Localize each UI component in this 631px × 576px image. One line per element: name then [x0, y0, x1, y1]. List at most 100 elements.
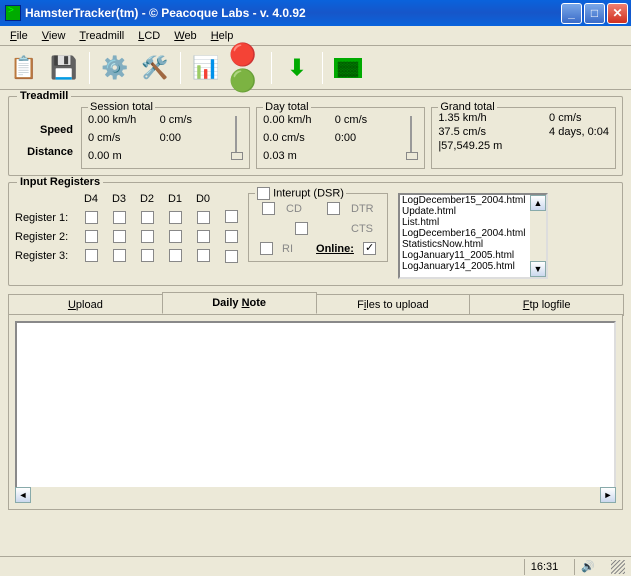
horizontal-scrollbar[interactable]: ◄ ► [15, 487, 616, 503]
online-checkbox[interactable] [363, 242, 376, 255]
session-cms2: 0 cm/s [88, 132, 154, 144]
input-legend: Input Registers [17, 176, 103, 188]
day-speed: 0.00 km/h [263, 114, 329, 126]
tool-lights-button[interactable]: 🔴🟢 [228, 50, 264, 86]
cts-label: CTS [351, 223, 381, 235]
chart-icon: 📊 [192, 55, 219, 81]
list-item[interactable]: Update.html [400, 206, 530, 217]
reg2-d0[interactable] [197, 230, 210, 243]
day-slider[interactable] [406, 112, 416, 164]
col-d4: D4 [79, 193, 103, 205]
session-cms: 0 cm/s [160, 114, 226, 126]
window-title: HamsterTracker(tm) - © Peacoque Labs - v… [25, 6, 561, 20]
ri-checkbox[interactable] [260, 242, 273, 255]
menu-file[interactable]: File [4, 28, 34, 44]
reg1-d3[interactable] [113, 211, 126, 224]
extra-check-1[interactable] [225, 210, 238, 223]
col-d2: D2 [135, 193, 159, 205]
tab-daily-note[interactable]: Daily Note [162, 292, 317, 314]
toolbar-separator [271, 52, 272, 84]
grand-dist: |57,549.25 m [438, 140, 609, 152]
tool-board-button[interactable]: ▓▓ [330, 50, 366, 86]
treadmill-legend: Treadmill [17, 90, 71, 102]
menu-view[interactable]: View [36, 28, 72, 44]
session-time: 0:00 [160, 132, 226, 144]
extra-check-3[interactable] [225, 250, 238, 263]
list-item[interactable]: LogDecember16_2004.html [400, 228, 530, 239]
maximize-button[interactable]: □ [584, 3, 605, 24]
toolbar: 📋 💾 ⚙️ 🛠️ 📊 🔴🟢 ⬇ ▓▓ [0, 46, 631, 90]
file-listbox[interactable]: LogDecember15_2004.html Update.html List… [398, 193, 548, 279]
session-dist: 0.00 m [88, 150, 225, 162]
row1-label: Register 1: [15, 212, 75, 224]
tool-save-button[interactable]: 💾 [46, 50, 82, 86]
day-total-box: Day total 0.00 km/h 0 cm/s 0.0 cm/s 0:00… [256, 107, 425, 169]
reg2-d4[interactable] [85, 230, 98, 243]
scroll-left-icon[interactable]: ◄ [15, 487, 31, 503]
reg3-d1[interactable] [169, 249, 182, 262]
toolbar-separator [180, 52, 181, 84]
reg3-d0[interactable] [197, 249, 210, 262]
reg1-d0[interactable] [197, 211, 210, 224]
scroll-right-icon[interactable]: ► [600, 487, 616, 503]
titlebar[interactable]: HamsterTracker(tm) - © Peacoque Labs - v… [0, 0, 631, 26]
tool-settings2-button[interactable]: 🛠️ [137, 50, 173, 86]
list-item[interactable]: List.html [400, 217, 530, 228]
grand-speed: 1.35 km/h [438, 112, 539, 124]
interrupt-checkbox[interactable] [257, 187, 270, 200]
menu-lcd[interactable]: LCD [132, 28, 166, 44]
close-button[interactable]: ✕ [607, 3, 628, 24]
reg1-d4[interactable] [85, 211, 98, 224]
reg3-d2[interactable] [141, 249, 154, 262]
tab-ftp-logfile[interactable]: Ftp logfile [469, 294, 624, 316]
menu-treadmill[interactable]: Treadmill [73, 28, 130, 44]
list-icon: 📋 [10, 55, 37, 81]
status-time: 16:31 [524, 559, 565, 575]
volume-icon[interactable]: 🔊 [574, 559, 601, 575]
reg2-d1[interactable] [169, 230, 182, 243]
day-time: 0:00 [335, 132, 401, 144]
register-table: D4 D3 D2 D1 D0 Register 1: Register 2: R… [15, 193, 215, 262]
gear-icon: ⚙️ [101, 55, 128, 81]
tool-settings1-button[interactable]: ⚙️ [97, 50, 133, 86]
day-legend: Day total [263, 101, 310, 113]
dtr-checkbox[interactable] [327, 202, 340, 215]
scroll-up-icon[interactable]: ▲ [530, 195, 546, 211]
reg1-d1[interactable] [169, 211, 182, 224]
reg2-d2[interactable] [141, 230, 154, 243]
listbox-scrollbar[interactable]: ▲ ▼ [530, 195, 546, 277]
reg3-d4[interactable] [85, 249, 98, 262]
row2-label: Register 2: [15, 231, 75, 243]
list-item[interactable]: LogJanuary11_2005.html [400, 250, 530, 261]
cts-checkbox[interactable] [295, 222, 308, 235]
menu-web[interactable]: Web [168, 28, 202, 44]
tab-content: ◄ ► [8, 314, 623, 510]
resize-grip[interactable] [611, 560, 625, 574]
grand-total-box: Grand total 1.35 km/h 0 cm/s 37.5 cm/s 4… [431, 107, 616, 169]
list-item[interactable]: StatisticsNow.html [400, 239, 530, 250]
scroll-down-icon[interactable]: ▼ [530, 261, 546, 277]
extra-check-2[interactable] [225, 230, 238, 243]
cd-checkbox[interactable] [262, 202, 275, 215]
day-dist: 0.03 m [263, 150, 400, 162]
session-slider[interactable] [231, 112, 241, 164]
minimize-button[interactable]: _ [561, 3, 582, 24]
tool-list-button[interactable]: 📋 [6, 50, 42, 86]
session-speed: 0.00 km/h [88, 114, 154, 126]
row3-label: Register 3: [15, 250, 75, 262]
tool-chart-button[interactable]: 📊 [188, 50, 224, 86]
reg1-d2[interactable] [141, 211, 154, 224]
tool-download-button[interactable]: ⬇ [279, 50, 315, 86]
save-icon: 💾 [50, 55, 77, 81]
list-item[interactable]: LogJanuary14_2005.html [400, 261, 530, 272]
reg3-d3[interactable] [113, 249, 126, 262]
board-icon: ▓▓ [334, 58, 362, 78]
daily-note-textarea[interactable] [15, 321, 616, 491]
list-item[interactable]: LogDecember15_2004.html [400, 195, 530, 206]
speed-label: Speed [15, 124, 73, 136]
tab-upload[interactable]: UUploadpload [8, 294, 163, 316]
tab-files-to-upload[interactable]: Files to upload [316, 294, 471, 316]
reg2-d3[interactable] [113, 230, 126, 243]
app-icon [5, 5, 21, 21]
signal-box: Interupt (DSR) CD DTR CTS RI Online: [248, 193, 388, 262]
